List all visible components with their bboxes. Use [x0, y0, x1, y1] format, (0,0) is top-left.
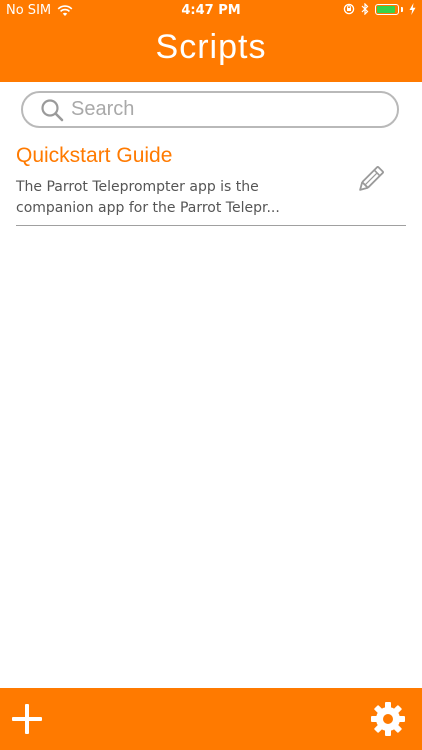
search-input[interactable]	[69, 97, 373, 122]
battery-icon	[375, 3, 399, 15]
script-list-item[interactable]: Quickstart Guide The Parrot Teleprompter…	[16, 142, 406, 226]
charging-icon	[409, 3, 416, 15]
battery-fill	[377, 5, 395, 13]
status-bar: No SIM 4:47 PM	[0, 0, 422, 22]
plus-icon[interactable]	[10, 702, 44, 736]
bluetooth-icon	[361, 3, 369, 15]
gear-icon[interactable]	[370, 701, 406, 737]
scripts-list: Quickstart Guide The Parrot Teleprompter…	[16, 142, 406, 226]
pencil-icon[interactable]	[352, 162, 388, 198]
search-bar[interactable]	[21, 91, 399, 128]
script-preview: The Parrot Teleprompter app is the compa…	[16, 179, 280, 216]
orientation-lock-icon	[343, 3, 355, 15]
status-right	[343, 3, 416, 15]
page-title: Scripts	[155, 28, 267, 66]
script-title[interactable]: Quickstart Guide	[16, 144, 172, 168]
search-icon	[41, 98, 64, 121]
app-screen: No SIM 4:47 PM Scripts Search Quickstart…	[0, 0, 422, 750]
header-bar: No SIM 4:47 PM Scripts	[0, 0, 422, 82]
battery-tip	[401, 6, 403, 12]
bottom-toolbar	[0, 688, 422, 750]
